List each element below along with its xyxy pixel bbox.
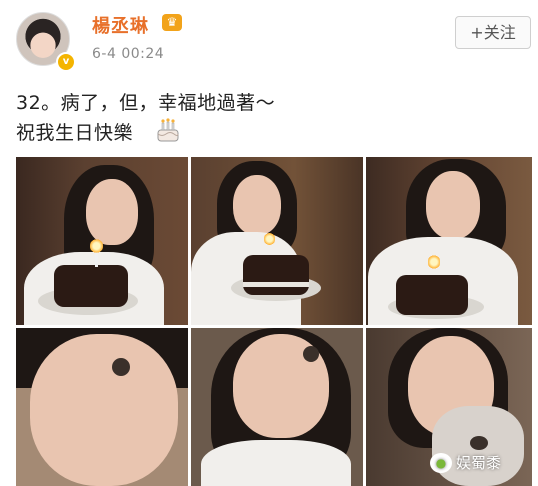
watermark: ● 娱蜀黍 (426, 450, 509, 476)
candle-flame-icon (90, 237, 103, 255)
photo-5[interactable] (191, 328, 363, 486)
verified-badge-icon: v (56, 52, 76, 72)
post-timestamp[interactable]: 6-4 00:24 (92, 46, 164, 62)
cake-ribbon-shape (243, 282, 309, 287)
candle-flame-icon (264, 231, 275, 247)
cake-shape (396, 275, 468, 315)
cake-on-nose-shape (303, 346, 319, 362)
cake-on-nose-shape (112, 358, 130, 376)
photo-4[interactable] (16, 328, 188, 486)
shirt-shape (201, 440, 351, 486)
vip-crown-icon: ♛ (162, 14, 182, 31)
wechat-icon: ● (430, 453, 452, 473)
candle-flame-icon (428, 253, 440, 271)
face-shape (233, 175, 281, 235)
photo-1[interactable] (16, 157, 188, 325)
username[interactable]: 楊丞琳 (92, 12, 149, 38)
cake-shape (243, 255, 309, 295)
photo-6[interactable]: ● 娱蜀黍 (366, 328, 532, 486)
cake-shape (54, 265, 128, 307)
photo-3[interactable] (366, 157, 532, 325)
follow-button[interactable]: +关注 (455, 16, 531, 49)
dog-nose-shape (470, 436, 488, 450)
photo-2[interactable] (191, 157, 363, 325)
face-shape (86, 179, 138, 245)
birthday-cake-icon (157, 118, 179, 142)
post-text-line2: 祝我生日快樂 (16, 122, 134, 144)
candle-shape (95, 253, 98, 267)
face-shape (426, 171, 480, 239)
face-shape (30, 334, 178, 486)
post-text-line1: 32。病了，但，幸福地過著～ (16, 92, 276, 114)
